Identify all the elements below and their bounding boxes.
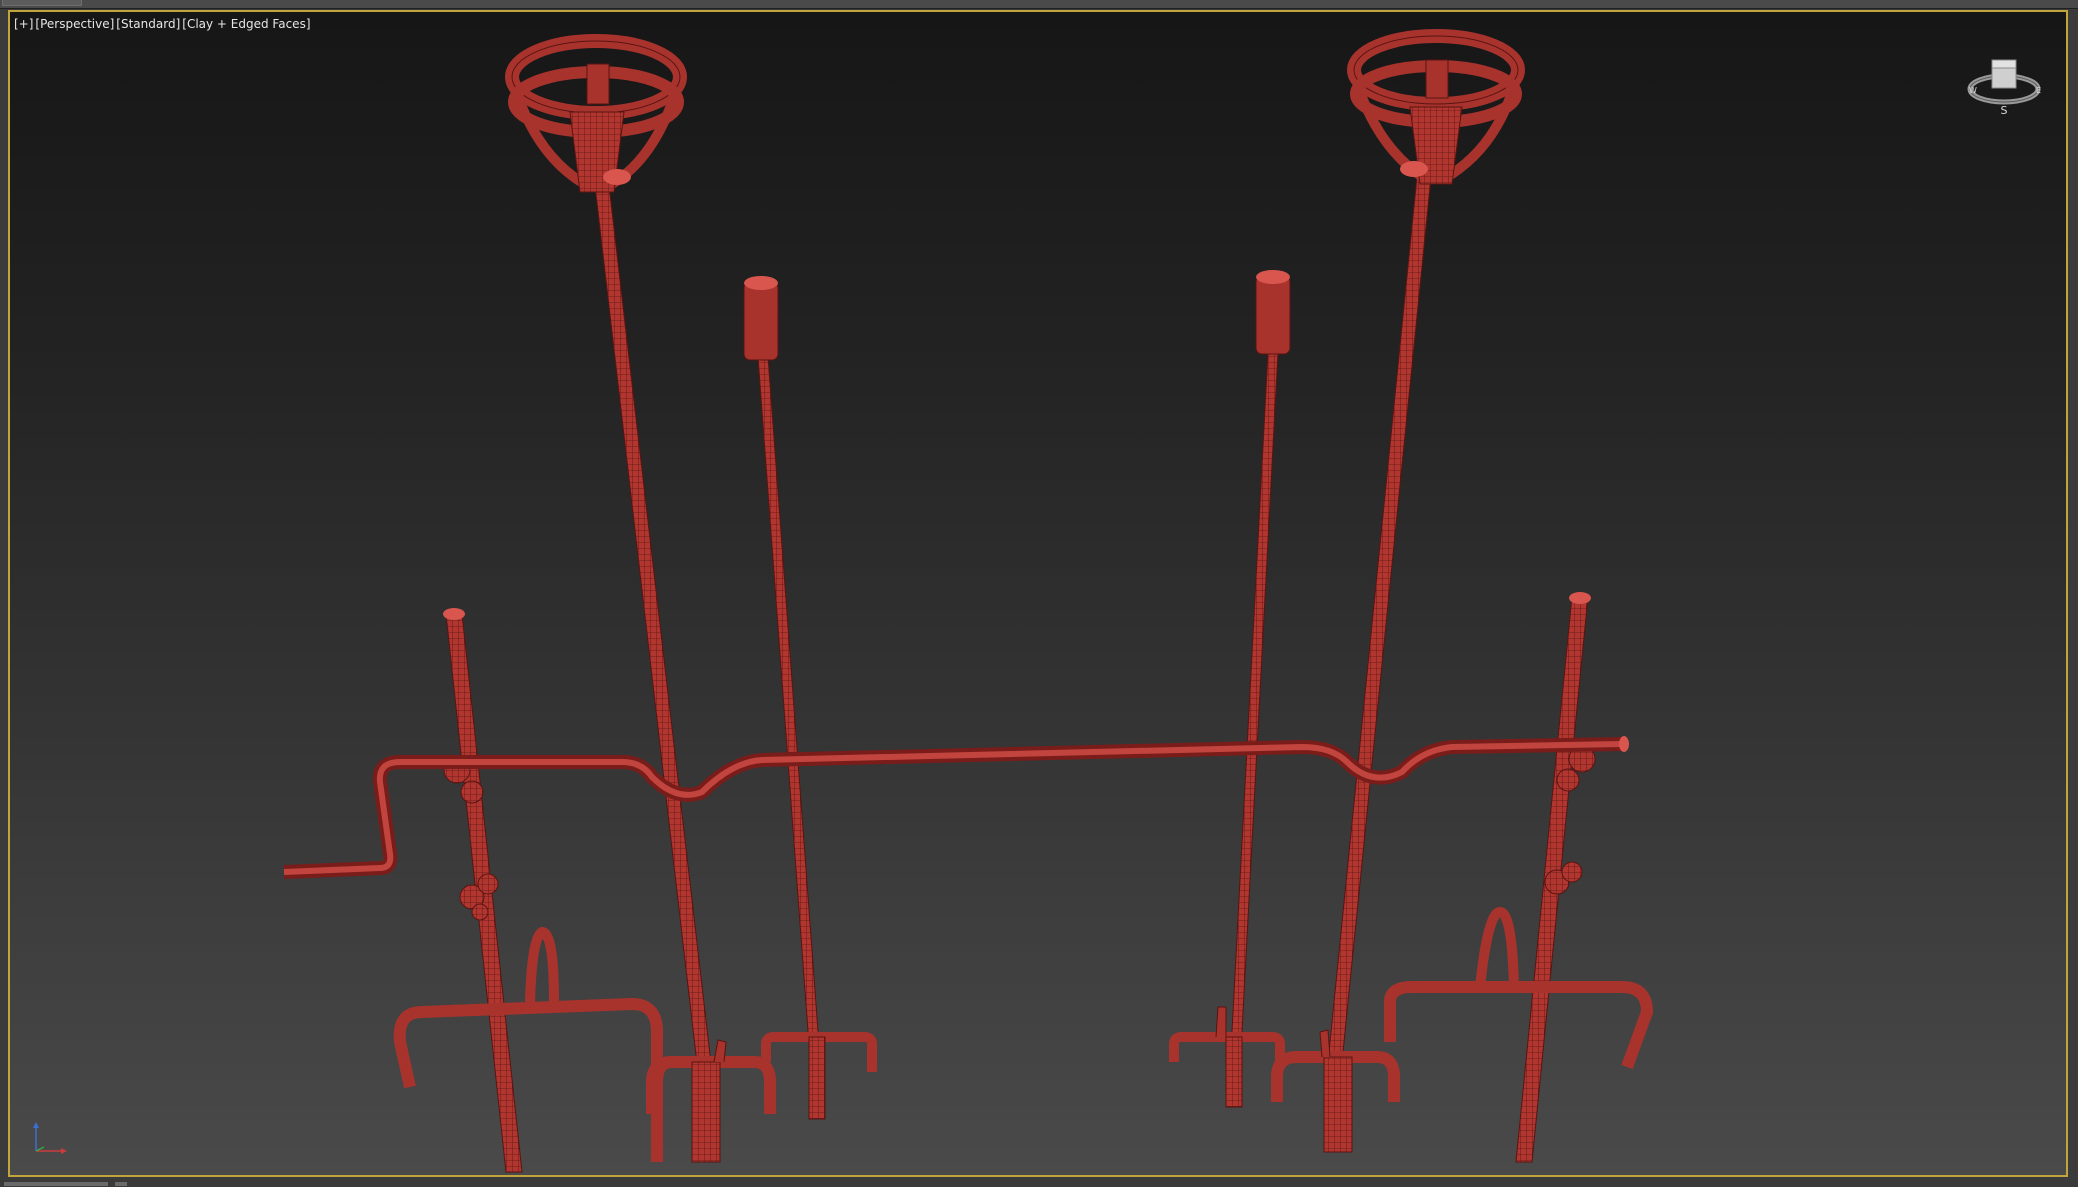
compass-west-label: W	[1969, 86, 1977, 95]
right-skewer[interactable]	[1169, 270, 1291, 1108]
compass-east-label: E	[2036, 86, 2041, 95]
left-andiron[interactable]	[393, 608, 663, 1173]
left-basket[interactable]	[505, 34, 687, 193]
viewport-shading-label[interactable]: [Clay + Edged Faces]	[182, 17, 310, 31]
left-skewer[interactable]	[743, 276, 877, 1120]
right-andiron[interactable]	[1384, 592, 1654, 1163]
compass-south-label: S	[2001, 104, 2008, 117]
viewport-menu-label[interactable]: [+]	[14, 17, 33, 31]
timeline-scrollbar[interactable]	[4, 1182, 108, 1186]
viewcube-icon[interactable]: S W E	[1964, 42, 2044, 122]
app-window: [+] [Perspective] [Standard] [Clay + Edged …	[0, 0, 2078, 1187]
viewport-tab[interactable]	[2, 0, 82, 6]
axis-tripod-icon	[33, 1122, 67, 1154]
perspective-viewport[interactable]: [+] [Perspective] [Standard] [Clay + Edged …	[8, 10, 2068, 1177]
bottom-scroll-bar	[0, 1180, 2078, 1187]
right-basket[interactable]	[1347, 29, 1525, 185]
top-toolbar-strip	[0, 0, 2078, 9]
viewport-shading-mode-label[interactable]: [Standard]	[116, 17, 180, 31]
viewport-view-label[interactable]: [Perspective]	[35, 17, 114, 31]
scene-canvas[interactable]	[10, 12, 2066, 1175]
viewport-label[interactable]: [+] [Perspective] [Standard] [Clay + Edged …	[14, 17, 313, 31]
timeline-scroll-end[interactable]	[115, 1182, 127, 1186]
